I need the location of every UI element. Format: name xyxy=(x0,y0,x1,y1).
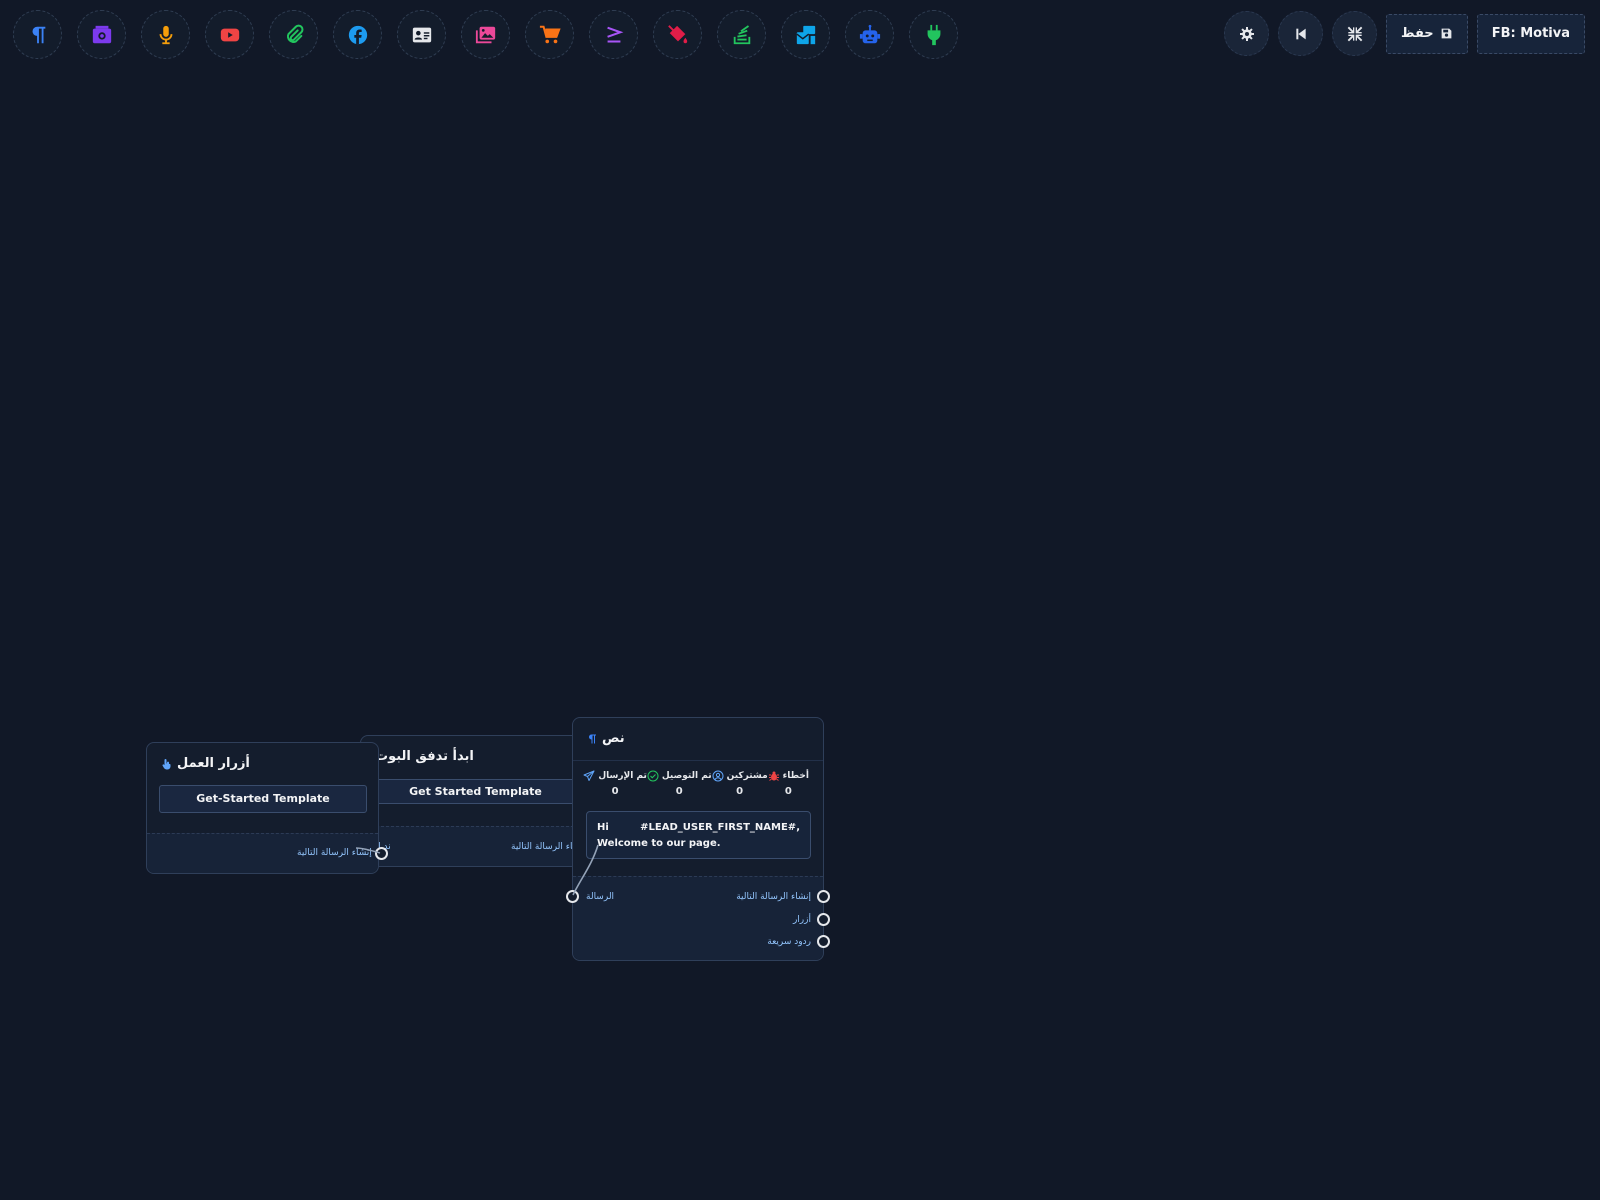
input-port-message[interactable] xyxy=(566,890,579,903)
youtube-icon xyxy=(220,28,239,41)
plug-icon xyxy=(927,24,940,45)
ai-tool-button[interactable] xyxy=(845,10,894,59)
editor-controls: حفظ FB: Motiva xyxy=(1224,11,1585,56)
file-tool-button[interactable] xyxy=(269,10,318,59)
user-circle-icon xyxy=(712,770,724,782)
camera-icon xyxy=(92,25,111,43)
send-icon xyxy=(583,770,595,781)
output-port-next-message[interactable] xyxy=(817,890,830,903)
settings-button[interactable] xyxy=(1224,11,1270,56)
text-node[interactable]: نص أخطاء 0 مشتركين 0 تم التوصيل 0 تم الإ… xyxy=(566,717,830,961)
output-port-next-message[interactable] xyxy=(375,847,388,860)
message-preview[interactable]: Hi #LEAD_USER_FIRST_NAME#, Welcome to ou… xyxy=(586,811,811,859)
node-header: نص xyxy=(586,731,625,746)
connections-layer xyxy=(355,844,599,896)
output-port-quick-replies[interactable] xyxy=(817,935,830,948)
output-port-buttons[interactable] xyxy=(817,913,830,926)
header-divider xyxy=(573,760,823,761)
hand-pointer-icon xyxy=(162,758,171,769)
ecommerce-tool-button[interactable] xyxy=(525,10,574,59)
otn-tool-button[interactable] xyxy=(781,10,830,59)
port-label-message: الرسالة xyxy=(586,892,615,902)
gear-icon xyxy=(1239,26,1254,41)
compress-view-button[interactable] xyxy=(1332,11,1378,56)
facebook-icon xyxy=(348,25,367,44)
card-tool-button[interactable] xyxy=(397,10,446,59)
robot-icon xyxy=(859,24,880,43)
stat-label: أخطاء xyxy=(782,771,809,781)
port-label-quick-replies: ردود سريعة xyxy=(767,937,811,947)
port-label-buttons: أزرار xyxy=(792,915,811,925)
stat-value: 0 xyxy=(736,786,744,797)
port-label-next-message: إنشاء الرسالة التالية xyxy=(736,892,811,902)
plugin-tool-button[interactable] xyxy=(909,10,958,59)
stat-sent: تم الإرسال 0 xyxy=(583,770,647,797)
paragraph-icon xyxy=(589,734,596,743)
video-tool-button[interactable] xyxy=(205,10,254,59)
stat-subscribers: مشتركين 0 xyxy=(712,770,768,797)
stack-tool-button[interactable] xyxy=(717,10,766,59)
step-backward-icon xyxy=(1295,28,1306,39)
paragraph-icon xyxy=(32,26,45,43)
stat-value: 0 xyxy=(611,786,619,797)
mail-bulk-icon xyxy=(795,25,815,44)
condition-tool-button[interactable] xyxy=(589,10,638,59)
page-selector-button[interactable]: FB: Motiva xyxy=(1476,13,1585,54)
node-footer xyxy=(573,876,823,960)
node-title: ابدأ تدفق البوت xyxy=(375,749,474,764)
stat-value: 0 xyxy=(675,786,683,797)
stack-icon xyxy=(733,24,750,44)
stat-errors: أخطاء 0 xyxy=(768,770,809,797)
microphone-icon xyxy=(159,25,172,44)
stat-value: 0 xyxy=(784,786,792,797)
node-header: أزرار العمل xyxy=(161,756,250,771)
save-label: حفظ xyxy=(1401,26,1434,41)
action-tool-button[interactable] xyxy=(653,10,702,59)
port-label-next-message: إنشاء الرسالة التالية xyxy=(297,848,372,858)
stat-label: تم الإرسال xyxy=(598,771,647,781)
image-tool-button[interactable] xyxy=(77,10,126,59)
start-template-button[interactable]: Get Started Template xyxy=(373,779,578,804)
audio-tool-button[interactable] xyxy=(141,10,190,59)
cart-icon xyxy=(539,25,561,43)
stat-delivered: تم التوصيل 0 xyxy=(647,770,712,797)
start-flow-node[interactable]: ابدأ تدفق البوت Get Started Template ند … xyxy=(360,735,590,867)
get-started-template-button[interactable]: Get-Started Template xyxy=(159,785,367,813)
paint-bucket-icon xyxy=(667,24,687,43)
node-title: أزرار العمل xyxy=(177,756,250,771)
go-to-start-button[interactable] xyxy=(1278,11,1324,56)
text-tool-button[interactable] xyxy=(13,10,62,59)
action-buttons-node[interactable]: أزرار العمل Get-Started Template إنشاء ا… xyxy=(146,742,388,874)
floppy-disk-icon xyxy=(1441,28,1452,39)
tool-palette xyxy=(13,10,958,59)
facebook-tool-button[interactable] xyxy=(333,10,382,59)
compress-icon xyxy=(1347,26,1362,41)
gallery-icon xyxy=(475,26,495,43)
contact-card-icon xyxy=(412,27,431,42)
page-selector-label: FB: Motiva xyxy=(1491,26,1570,41)
stat-label: تم التوصيل xyxy=(661,771,712,781)
stat-label: مشتركين xyxy=(726,771,768,781)
bug-icon xyxy=(768,771,779,781)
check-circle-icon xyxy=(647,770,659,782)
paperclip-icon xyxy=(286,24,303,43)
greater-equal-icon xyxy=(606,26,623,43)
node-title: نص xyxy=(602,731,625,746)
save-button[interactable]: حفظ xyxy=(1386,13,1468,54)
gallery-tool-button[interactable] xyxy=(461,10,510,59)
node-header: ابدأ تدفق البوت xyxy=(375,749,475,764)
stats-row: أخطاء 0 مشتركين 0 تم التوصيل 0 تم الإرسا… xyxy=(583,770,809,797)
